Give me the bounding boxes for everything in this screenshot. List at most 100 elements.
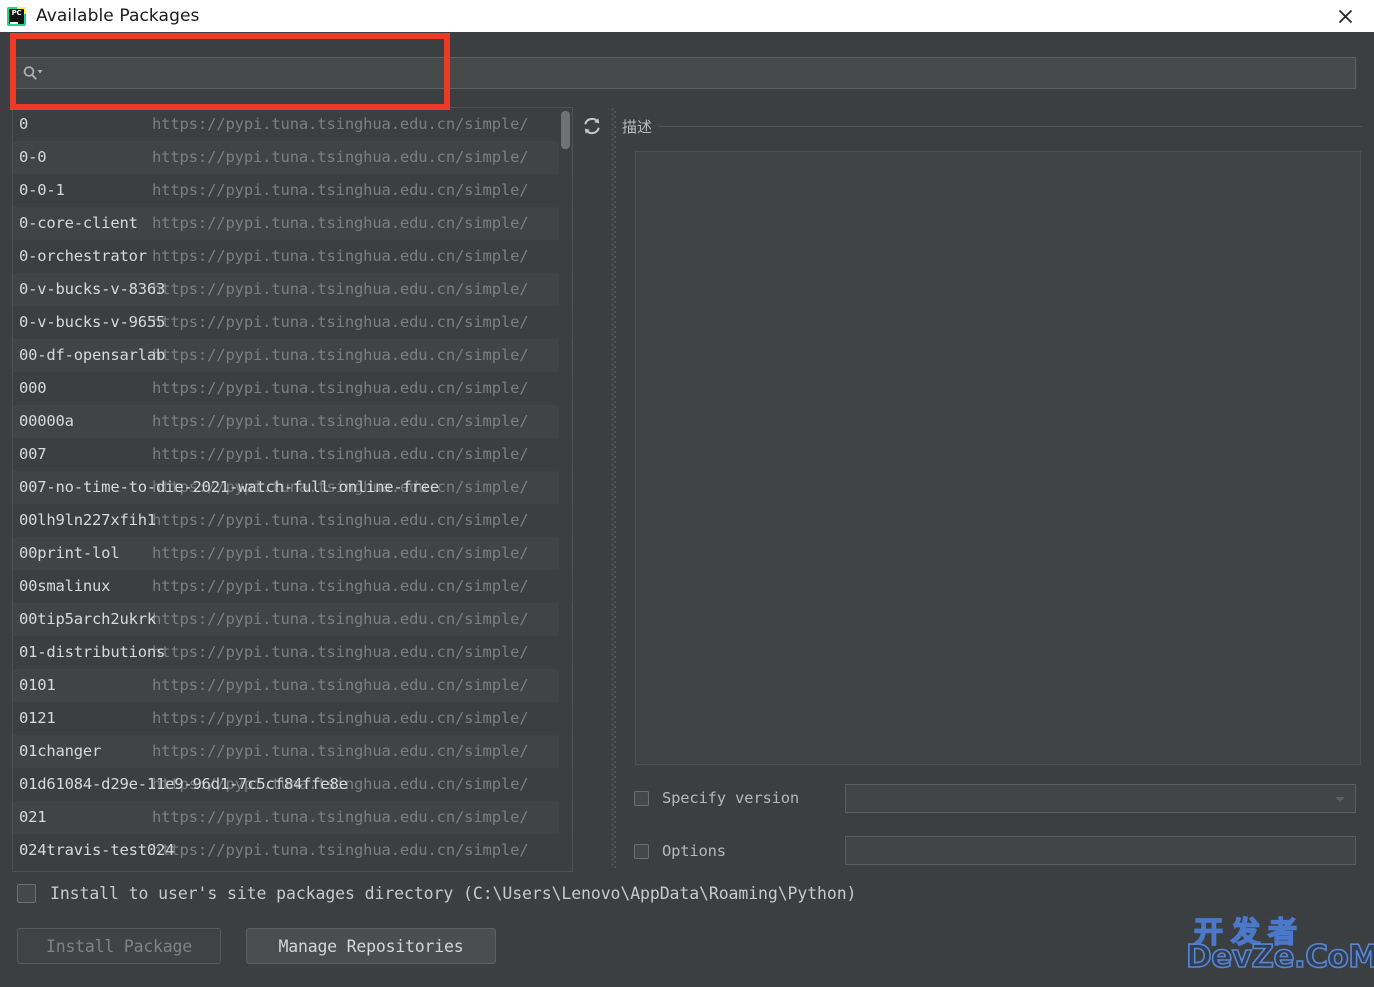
- options-checkbox[interactable]: [634, 843, 649, 859]
- package-list-rows: https://pypi.tuna.tsinghua.edu.cn/simple…: [13, 108, 572, 867]
- install-user-site-row: Install to user's site packages director…: [17, 884, 856, 903]
- table-row[interactable]: https://pypi.tuna.tsinghua.edu.cn/simple…: [13, 339, 572, 372]
- install-user-site-checkbox[interactable]: [17, 884, 36, 903]
- package-repository-url: https://pypi.tuna.tsinghua.edu.cn/simple…: [152, 709, 529, 727]
- package-repository-url: https://pypi.tuna.tsinghua.edu.cn/simple…: [152, 808, 529, 826]
- package-name: 0: [19, 115, 29, 133]
- options-input[interactable]: [845, 836, 1356, 865]
- specify-version-combobox[interactable]: [845, 784, 1356, 813]
- window-title: Available Packages: [36, 6, 200, 26]
- table-row[interactable]: https://pypi.tuna.tsinghua.edu.cn/simple…: [13, 438, 572, 471]
- manage-repositories-button[interactable]: Manage Repositories: [246, 928, 496, 964]
- scrollbar-thumb[interactable]: [561, 111, 570, 149]
- package-repository-url: https://pypi.tuna.tsinghua.edu.cn/simple…: [152, 412, 529, 430]
- table-row[interactable]: https://pypi.tuna.tsinghua.edu.cn/simple…: [13, 603, 572, 636]
- package-repository-url: https://pypi.tuna.tsinghua.edu.cn/simple…: [152, 676, 529, 694]
- package-name: 00smalinux: [19, 577, 111, 595]
- package-repository-url: https://pypi.tuna.tsinghua.edu.cn/simple…: [152, 511, 529, 529]
- table-row[interactable]: https://pypi.tuna.tsinghua.edu.cn/simple…: [13, 537, 572, 570]
- package-name: 0121: [19, 709, 56, 727]
- package-repository-url: https://pypi.tuna.tsinghua.edu.cn/simple…: [152, 643, 529, 661]
- package-name: 00print-lol: [19, 544, 120, 562]
- package-repository-url: https://pypi.tuna.tsinghua.edu.cn/simple…: [152, 181, 529, 199]
- description-text: [636, 152, 1360, 164]
- options-row: Options: [634, 842, 726, 860]
- table-row[interactable]: https://pypi.tuna.tsinghua.edu.cn/simple…: [13, 174, 572, 207]
- table-row[interactable]: https://pypi.tuna.tsinghua.edu.cn/simple…: [13, 306, 572, 339]
- close-icon[interactable]: [1322, 0, 1368, 32]
- chevron-down-icon: [1335, 796, 1345, 802]
- title-bar: PC Available Packages: [0, 0, 1374, 32]
- table-row[interactable]: https://pypi.tuna.tsinghua.edu.cn/simple…: [13, 108, 572, 141]
- package-name: 0-0-1: [19, 181, 65, 199]
- options-value: [846, 837, 1355, 847]
- refresh-icon-glyph: [584, 117, 600, 135]
- package-list-scrollbar[interactable]: [559, 109, 571, 871]
- table-row[interactable]: https://pypi.tuna.tsinghua.edu.cn/simple…: [13, 768, 572, 801]
- search-bar[interactable]: [14, 57, 1356, 89]
- package-repository-url: https://pypi.tuna.tsinghua.edu.cn/simple…: [152, 577, 529, 595]
- specify-version-value: [846, 785, 1355, 795]
- install-package-button[interactable]: Install Package: [17, 928, 221, 964]
- close-icon-glyph: [1338, 9, 1352, 23]
- package-name: 00-df-opensarlab: [19, 346, 166, 364]
- table-row[interactable]: https://pypi.tuna.tsinghua.edu.cn/simple…: [13, 141, 572, 174]
- package-name: 007-no-time-to-die-2021-watch-full-onlin…: [19, 478, 440, 496]
- table-row[interactable]: https://pypi.tuna.tsinghua.edu.cn/simple…: [13, 372, 572, 405]
- chevron-down-icon: [37, 70, 43, 74]
- table-row[interactable]: https://pypi.tuna.tsinghua.edu.cn/simple…: [13, 240, 572, 273]
- package-name: 000: [19, 379, 47, 397]
- package-repository-url: https://pypi.tuna.tsinghua.edu.cn/simple…: [152, 280, 529, 298]
- table-row[interactable]: https://pypi.tuna.tsinghua.edu.cn/simple…: [13, 504, 572, 537]
- refresh-icon[interactable]: [580, 114, 604, 138]
- table-row[interactable]: https://pypi.tuna.tsinghua.edu.cn/simple…: [13, 801, 572, 834]
- specify-version-checkbox[interactable]: [634, 790, 649, 806]
- table-row[interactable]: https://pypi.tuna.tsinghua.edu.cn/simple…: [13, 636, 572, 669]
- search-icon[interactable]: [15, 58, 51, 88]
- package-name: 0101: [19, 676, 56, 694]
- table-row[interactable]: https://pypi.tuna.tsinghua.edu.cn/simple…: [13, 735, 572, 768]
- package-repository-url: https://pypi.tuna.tsinghua.edu.cn/simple…: [152, 610, 529, 628]
- search-input[interactable]: [51, 59, 1355, 87]
- package-name: 0-0: [19, 148, 47, 166]
- package-name: 0-v-bucks-v-8363: [19, 280, 166, 298]
- package-repository-url: https://pypi.tuna.tsinghua.edu.cn/simple…: [152, 445, 529, 463]
- package-name: 024travis-test024: [19, 841, 175, 859]
- table-row[interactable]: https://pypi.tuna.tsinghua.edu.cn/simple…: [13, 570, 572, 603]
- available-packages-dialog: PC Available Packages https://pypi.tuna.…: [0, 0, 1374, 987]
- watermark-top-text: 开发者: [1193, 914, 1306, 950]
- watermark: 开发者 c DevZe.CoM: [1185, 909, 1374, 981]
- package-list[interactable]: https://pypi.tuna.tsinghua.edu.cn/simple…: [12, 107, 573, 872]
- description-title: 描述: [622, 117, 653, 136]
- specify-version-label: Specify version: [662, 789, 799, 807]
- search-icon-glyph: [23, 66, 43, 80]
- package-name: 01d61084-d29e-11e9-96d1-7c5cf84ffe8e: [19, 775, 348, 793]
- specify-version-row: Specify version: [634, 789, 799, 807]
- package-repository-url: https://pypi.tuna.tsinghua.edu.cn/simple…: [152, 346, 529, 364]
- package-repository-url: https://pypi.tuna.tsinghua.edu.cn/simple…: [152, 214, 529, 232]
- table-row[interactable]: https://pypi.tuna.tsinghua.edu.cn/simple…: [13, 669, 572, 702]
- watermark-mark: c: [1188, 949, 1196, 964]
- table-row[interactable]: https://pypi.tuna.tsinghua.edu.cn/simple…: [13, 405, 572, 438]
- package-name: 01-distributions: [19, 643, 166, 661]
- package-repository-url: https://pypi.tuna.tsinghua.edu.cn/simple…: [152, 379, 529, 397]
- description-rule: [659, 126, 1362, 128]
- panel-splitter[interactable]: [610, 108, 617, 868]
- package-name: 00lh9ln227xfih1: [19, 511, 156, 529]
- package-name: 0-core-client: [19, 214, 138, 232]
- package-repository-url: https://pypi.tuna.tsinghua.edu.cn/simple…: [152, 148, 529, 166]
- install-user-site-label: Install to user's site packages director…: [50, 884, 857, 903]
- package-repository-url: https://pypi.tuna.tsinghua.edu.cn/simple…: [152, 313, 529, 331]
- table-row[interactable]: https://pypi.tuna.tsinghua.edu.cn/simple…: [13, 471, 572, 504]
- splitter-grip: [611, 108, 616, 868]
- package-name: 00000a: [19, 412, 74, 430]
- table-row[interactable]: https://pypi.tuna.tsinghua.edu.cn/simple…: [13, 207, 572, 240]
- package-repository-url: https://pypi.tuna.tsinghua.edu.cn/simple…: [152, 841, 529, 859]
- package-name: 0-v-bucks-v-9655: [19, 313, 166, 331]
- table-row[interactable]: https://pypi.tuna.tsinghua.edu.cn/simple…: [13, 834, 572, 867]
- package-name: 00tip5arch2ukrk: [19, 610, 156, 628]
- table-row[interactable]: https://pypi.tuna.tsinghua.edu.cn/simple…: [13, 702, 572, 735]
- description-header: 描述: [622, 113, 1362, 139]
- package-repository-url: https://pypi.tuna.tsinghua.edu.cn/simple…: [152, 742, 529, 760]
- table-row[interactable]: https://pypi.tuna.tsinghua.edu.cn/simple…: [13, 273, 572, 306]
